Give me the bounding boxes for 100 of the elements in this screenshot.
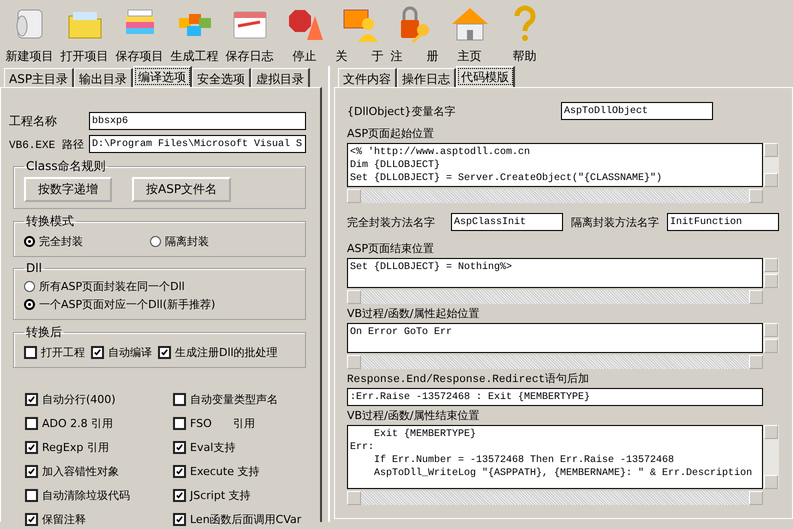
code-field[interactable]: :Err.Raise -13572468 : Exit {MEMBERTYPE} <box>347 388 763 406</box>
toolbar-button[interactable]: 关 于 <box>332 4 387 66</box>
tab[interactable]: 安全选项 <box>192 68 252 87</box>
toolbar-button[interactable]: 主页 <box>442 4 497 66</box>
checkbox[interactable] <box>25 440 38 454</box>
option-label: 加入容错性对象 <box>42 464 119 478</box>
option-label: 生成注册Dll的批处理 <box>175 344 278 360</box>
tab[interactable]: ASP主目录 <box>4 68 74 87</box>
option-label: RegExp 引用 <box>42 440 109 454</box>
option-label: 所有ASP页面封装在同一个Dll <box>39 278 185 294</box>
checkbox[interactable] <box>24 346 37 358</box>
option-label: 自动变量类型声名 <box>190 392 278 406</box>
toolbar-button[interactable]: 注 册 <box>387 4 442 66</box>
code-editor[interactable]: <% 'http://www.asptodll.com.cn Dim {DLLOBJECT} Set {DLLOBJECT} = Server.CreateObject("{CLASSNAME}") <box>347 143 763 187</box>
option-label: 一个ASP页面对应一个Dll(新手推荐) <box>39 296 216 312</box>
checkbox[interactable] <box>173 464 186 478</box>
checkbox[interactable] <box>25 416 38 430</box>
option-label: JScript 支持 <box>190 488 251 502</box>
checkbox[interactable] <box>25 464 38 478</box>
field-label: VB过程/函数/属性结束位置 <box>347 408 480 423</box>
code-editor[interactable]: Exit {MEMBERTYPE} Err: If Err.Number = -13572468 Then Err.Raise -13572468 AspToDll_WriteLog "{ASPPATH}, {MEMBERNAME}: " & Err.Description <box>347 425 763 489</box>
tab[interactable]: 文件内容 <box>338 68 397 87</box>
option-label: 隔离封装 <box>165 234 209 248</box>
project-name-field[interactable]: bbsxp6 <box>89 112 306 130</box>
option-label: 打开工程 <box>41 344 85 360</box>
tab[interactable]: 代码模版 <box>456 66 515 87</box>
checkbox[interactable] <box>173 488 186 502</box>
checkmark-icon <box>27 466 36 476</box>
code-editor[interactable]: On Error GoTo Err <box>347 323 763 353</box>
checkmark-icon <box>93 348 102 356</box>
code-line: AspToDll_WriteLog "{ASPPATH}, {MEMBERNAME}: " & Err.Description <box>373 467 754 480</box>
checkmark-icon <box>175 466 184 476</box>
vertical-scrollbar[interactable] <box>763 425 779 489</box>
horizontal-scrollbar[interactable] <box>347 290 763 304</box>
method-name-field[interactable]: InitFunction <box>667 213 779 231</box>
code-line: Dim {DLLOBJECT} <box>350 159 442 172</box>
option-label: Eval支持 <box>190 440 236 454</box>
radio-button[interactable] <box>24 280 35 292</box>
radio-button[interactable] <box>24 236 35 246</box>
checkbox[interactable] <box>25 512 38 526</box>
checkbox[interactable] <box>25 488 38 502</box>
horizontal-scrollbar[interactable] <box>347 355 763 369</box>
checkbox[interactable] <box>158 346 171 358</box>
checkmark-icon <box>175 442 184 452</box>
option-label: Execute 支持 <box>190 464 260 478</box>
tab[interactable]: 操作日志 <box>397 68 456 87</box>
toolbar-button[interactable]: 保存项目 <box>112 4 167 66</box>
checkbox[interactable] <box>173 440 186 454</box>
radio-button[interactable] <box>150 236 161 246</box>
tab[interactable]: 虚拟目录 <box>251 68 310 87</box>
field-label: VB过程/函数/属性起始位置 <box>347 306 480 321</box>
horizontal-scrollbar[interactable] <box>347 189 763 203</box>
code-line: <% 'http://www.asptodll.com.cn <box>350 146 532 159</box>
checkbox[interactable] <box>173 416 186 430</box>
toolbar-button[interactable]: 生成工程 <box>167 4 222 66</box>
code-editor[interactable]: Set {DLLOBJECT} = Nothing%> <box>347 258 763 288</box>
vertical-scrollbar[interactable] <box>763 323 779 353</box>
option-label: Len函数后面调用CVar <box>190 512 302 526</box>
code-line: Set {DLLOBJECT} = Nothing%> <box>350 261 514 274</box>
vertical-scrollbar[interactable] <box>763 143 779 187</box>
group-title: 转换模式 <box>25 213 75 230</box>
horizontal-scrollbar[interactable] <box>347 491 763 505</box>
option-label: ADO 2.8 引用 <box>42 416 114 430</box>
checkbox[interactable] <box>91 346 104 358</box>
toolbar-button[interactable]: 打开项目 <box>57 4 112 66</box>
toolbar-button[interactable]: 新建项目 <box>2 4 57 66</box>
code-line: Exit {MEMBERTYPE} <box>373 428 478 441</box>
radio-button[interactable] <box>24 298 35 310</box>
option-label: 自动分行(400) <box>42 392 116 406</box>
group-title: 转换后 <box>25 324 63 341</box>
option-label: 自动清除垃圾代码 <box>42 488 130 502</box>
checkbox[interactable] <box>173 512 186 526</box>
toolbar-button[interactable]: 保存日志 <box>222 4 277 66</box>
code-line: Set {DLLOBJECT} = Server.CreateObject("{CLASSNAME}") <box>350 172 664 185</box>
toolbar-button[interactable]: 帮助 <box>497 4 552 66</box>
checkmark-icon <box>27 442 36 452</box>
field-label: Response.End/Response.Redirect语句后加 <box>347 372 590 386</box>
option-label: FSO 引用 <box>190 416 255 430</box>
option-label: 自动编译 <box>108 344 152 360</box>
tab[interactable]: 编译选项 <box>133 66 192 87</box>
path-field[interactable]: D:\Program Files\Microsoft Visual S <box>89 135 306 153</box>
code-line: If Err.Number = -13572468 Then Err.Raise -13572468 <box>373 454 676 467</box>
checkmark-icon <box>27 514 36 524</box>
checkbox[interactable] <box>25 392 38 406</box>
naming-button[interactable]: 按ASP文件名 <box>132 177 232 202</box>
tab[interactable]: 输出目录 <box>74 68 134 87</box>
toolbar-button[interactable]: 停止 <box>277 4 332 66</box>
checkmark-icon <box>160 348 169 356</box>
checkmark-icon <box>27 394 36 404</box>
field-label: ASP页面起始位置 <box>347 126 436 141</box>
option-label: 保留注释 <box>42 512 86 526</box>
field-label: 工程名称 <box>9 112 58 130</box>
method-name-field[interactable]: AspClassInit <box>451 213 563 231</box>
checkmark-icon <box>175 490 184 500</box>
naming-button[interactable]: 按数字递增 <box>24 177 112 202</box>
variable-name-field[interactable]: AspToDllObject <box>561 102 713 120</box>
code-line: On Error GoTo Err <box>350 326 454 339</box>
vertical-scrollbar[interactable] <box>763 258 779 288</box>
code-line: Err: <box>350 441 375 454</box>
checkbox[interactable] <box>173 392 186 406</box>
